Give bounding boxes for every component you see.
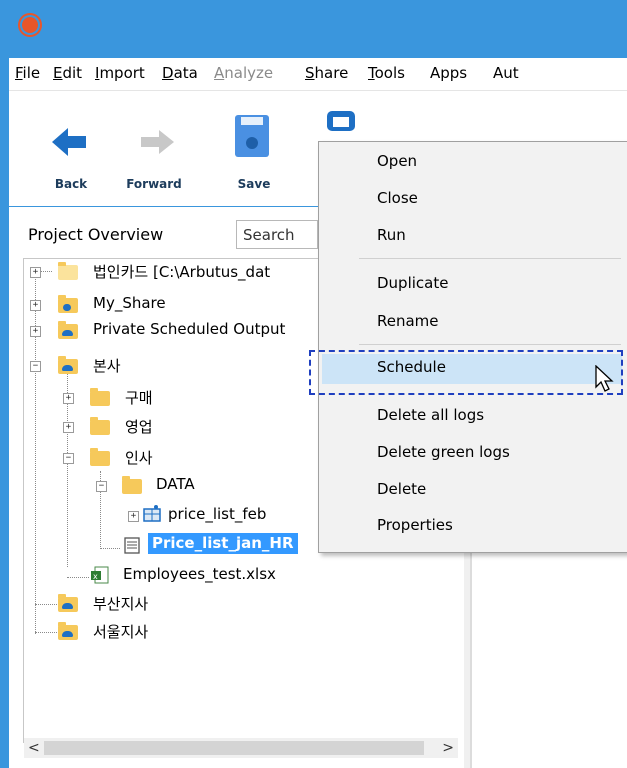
app-logo-icon (22, 17, 38, 33)
folder-icon (122, 476, 142, 494)
svg-text:x: x (93, 572, 98, 581)
mouse-cursor-icon (595, 365, 614, 392)
menu-automation[interactable]: Aut (493, 64, 519, 82)
menu-item-delete-green-logs[interactable]: Delete green logs (377, 443, 510, 461)
scroll-right-icon[interactable]: > (442, 740, 454, 756)
menu-apps[interactable]: Apps (430, 64, 467, 82)
tree-item[interactable]: x Employees_test.xlsx (24, 565, 454, 589)
collapse-toggle-icon[interactable]: − (96, 481, 107, 492)
cloud-folder-icon (58, 594, 78, 612)
menu-item-rename[interactable]: Rename (377, 312, 439, 330)
menu-bar: File Edit Import Data Analyze Share Tool… (9, 58, 627, 91)
save-disk-icon (235, 115, 269, 157)
forward-button[interactable]: Forward (119, 91, 189, 206)
context-menu: Open Close Run Duplicate Rename Schedule… (318, 141, 627, 553)
back-button[interactable]: Back (36, 91, 106, 206)
cloud-folder-icon (58, 321, 78, 339)
folder-icon (90, 448, 110, 466)
cloud-folder-icon (58, 622, 78, 640)
menu-item-run[interactable]: Run (377, 226, 406, 244)
scroll-left-icon[interactable]: < (28, 740, 40, 756)
menu-item-delete[interactable]: Delete (377, 480, 426, 498)
menu-item-delete-all-logs[interactable]: Delete all logs (377, 406, 484, 424)
menu-separator (359, 344, 621, 345)
folder-icon (90, 417, 110, 435)
expand-toggle-icon[interactable]: + (63, 422, 74, 433)
cloud-icon (62, 365, 73, 371)
back-label: Back (54, 177, 88, 191)
save-label: Save (237, 177, 271, 191)
menu-edit[interactable]: Edit (53, 64, 82, 82)
tree-item[interactable]: 부산지사 (24, 593, 454, 617)
table-database-icon (143, 505, 161, 522)
forward-label: Forward (126, 177, 182, 191)
menu-item-duplicate[interactable]: Duplicate (377, 274, 448, 292)
cloud-icon (62, 603, 73, 609)
search-input[interactable]: Search (236, 220, 318, 249)
collapse-toggle-icon[interactable]: − (30, 361, 41, 372)
excel-file-icon: x (91, 566, 109, 584)
menu-data[interactable]: Data (162, 64, 198, 82)
folder-icon (58, 262, 78, 280)
expand-toggle-icon[interactable]: + (30, 326, 41, 337)
expand-toggle-icon[interactable]: + (30, 267, 41, 278)
cloud-icon (62, 330, 73, 336)
user-badge-icon (63, 304, 71, 311)
save-button[interactable]: Save (219, 91, 289, 206)
table-layout-icon (124, 537, 140, 554)
menu-item-open[interactable]: Open (377, 152, 417, 170)
collapse-toggle-icon[interactable]: − (63, 453, 74, 464)
menu-separator (359, 258, 621, 259)
expand-toggle-icon[interactable]: + (30, 300, 41, 311)
menu-tools[interactable]: Tools (368, 64, 405, 82)
menu-item-close[interactable]: Close (377, 189, 418, 207)
scrollbar-thumb[interactable] (44, 741, 424, 755)
horizontal-scrollbar[interactable]: < > (24, 738, 458, 758)
expand-toggle-icon[interactable]: + (63, 393, 74, 404)
shared-folder-icon (58, 295, 78, 313)
cloud-icon (62, 631, 73, 637)
panel-title: Project Overview (28, 225, 164, 244)
menu-analyze[interactable]: Analyze (214, 64, 273, 82)
back-arrow-icon (52, 128, 86, 156)
folder-icon (90, 388, 110, 406)
expand-toggle-icon[interactable]: + (128, 511, 139, 522)
cloud-folder-icon (58, 356, 78, 374)
menu-import[interactable]: Import (95, 64, 145, 82)
menu-file[interactable]: File (15, 64, 40, 82)
forward-arrow-icon (141, 130, 174, 154)
title-bar (0, 0, 627, 58)
menu-share[interactable]: Share (305, 64, 348, 82)
highlight-focus-box (309, 350, 623, 395)
menu-item-properties[interactable]: Properties (377, 516, 453, 534)
tree-item[interactable]: 서울지사 (24, 621, 454, 645)
